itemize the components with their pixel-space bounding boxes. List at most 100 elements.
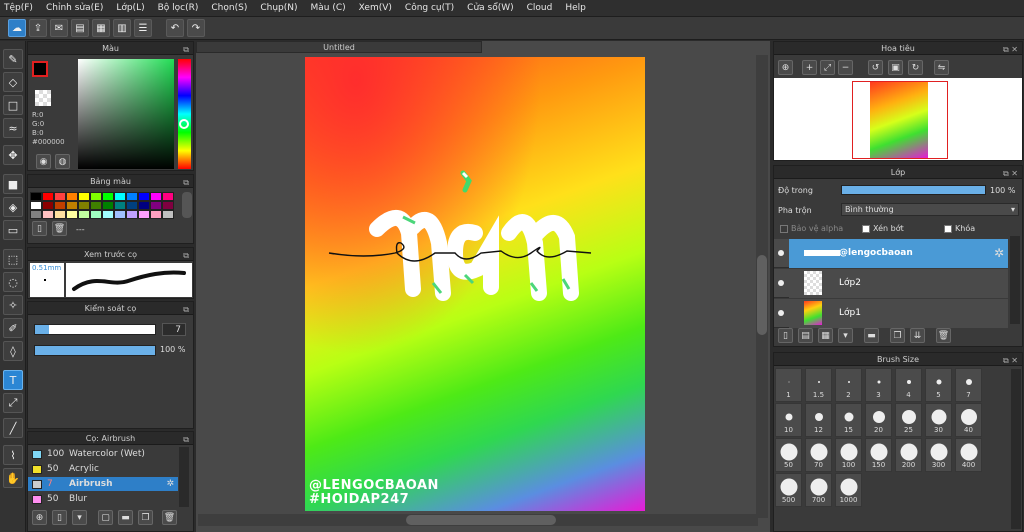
new-mask-icon[interactable]: ▦ [818, 328, 833, 343]
palette-swatch[interactable] [90, 201, 102, 210]
layer-body[interactable]: Lớp1 [789, 299, 1008, 328]
brush-size-cell[interactable]: 700 [805, 473, 832, 507]
palette-swatch[interactable] [150, 201, 162, 210]
new-raster-icon[interactable]: ▤ [798, 328, 813, 343]
palette-swatch[interactable] [66, 210, 78, 219]
palette-swatch[interactable] [102, 201, 114, 210]
brush-size-cell[interactable]: 100 [835, 438, 862, 472]
brush-size-cell[interactable]: 10 [775, 403, 802, 437]
clipping-checkbox[interactable]: Xén bớt [862, 224, 904, 233]
expand-icon[interactable]: ⧉ [183, 303, 189, 316]
brush-size-scrollbar[interactable] [1011, 369, 1021, 529]
zoom-out-icon[interactable]: − [838, 60, 853, 75]
layer-body[interactable]: @lengocbaoan ✲ [789, 239, 1008, 268]
palette-swatch[interactable] [114, 201, 126, 210]
layer-row[interactable]: @lengocbaoan ✲ [774, 239, 1008, 268]
palette-scrollbar[interactable] [182, 192, 192, 218]
blur-tool-icon[interactable]: ≈ [3, 118, 23, 138]
menu-item[interactable]: Chọn(S) [211, 3, 247, 13]
brush-tool-icon[interactable]: ✎ [3, 49, 23, 69]
merge-layer-icon[interactable]: ⇊ [910, 328, 925, 343]
palette-swatch[interactable] [114, 210, 126, 219]
brush-item[interactable]: 7 Airbrush ✲ [28, 477, 178, 491]
grid-icon[interactable]: ▥ [113, 19, 131, 37]
new-palette-icon[interactable]: ▯ [32, 221, 47, 236]
transparent-swatch[interactable] [35, 90, 51, 106]
palette-swatch[interactable] [78, 210, 90, 219]
brush-size-cell[interactable]: 20 [865, 403, 892, 437]
expand-icon[interactable]: ⧉ [183, 249, 189, 262]
palette-swatch[interactable] [66, 201, 78, 210]
brush-size-cell[interactable]: 30 [925, 403, 952, 437]
lasso-icon[interactable]: ◌ [3, 272, 23, 292]
select-eraser-icon[interactable]: ◊ [3, 341, 23, 361]
palette-swatch[interactable] [138, 192, 150, 201]
eye-icon[interactable] [778, 310, 784, 316]
fit-screen-icon[interactable]: ▣ [888, 60, 903, 75]
layer-row[interactable]: Lớp2 [774, 269, 1008, 298]
hue-slider[interactable] [178, 59, 191, 169]
new-brush-icon[interactable]: ▯ [52, 510, 67, 525]
palette-swatch[interactable] [162, 192, 174, 201]
brush-size-cell[interactable]: 25 [895, 403, 922, 437]
palette-swatch[interactable] [54, 210, 66, 219]
hand-tool-icon[interactable]: ✋ [3, 468, 23, 488]
menu-item[interactable]: Xem(V) [359, 3, 392, 13]
redo-icon[interactable]: ↷ [187, 19, 205, 37]
palette-swatch[interactable] [102, 192, 114, 201]
zoom-in-icon[interactable]: + [802, 60, 817, 75]
navigator-viewport[interactable] [852, 81, 948, 159]
list-icon[interactable]: ☰ [134, 19, 152, 37]
eraser-tool-icon[interactable]: ◇ [3, 72, 23, 92]
comment-icon[interactable]: ✉ [50, 19, 68, 37]
layer-menu-icon[interactable]: ▾ [838, 328, 853, 343]
expand-icon[interactable]: ⧉ [183, 433, 189, 446]
brush-size-cell[interactable]: 1 [775, 368, 802, 402]
text-tool-icon[interactable]: T [3, 370, 23, 390]
gear-icon[interactable]: ✲ [166, 479, 174, 489]
palette-swatch[interactable] [162, 210, 174, 219]
opacity-slider[interactable] [34, 345, 156, 356]
brush-size-cell[interactable]: 400 [955, 438, 982, 472]
vertical-scrollbar[interactable] [756, 55, 768, 518]
bucket-tool-icon[interactable]: ◈ [3, 197, 23, 217]
cloud-icon[interactable]: ☁ [8, 19, 26, 37]
palette-swatch[interactable] [30, 192, 42, 201]
palette-swatch[interactable] [102, 210, 114, 219]
eye-icon[interactable] [778, 280, 784, 286]
hue-handle[interactable] [179, 119, 189, 129]
flip-icon[interactable]: ⇋ [934, 60, 949, 75]
document-tab[interactable]: Untitled [196, 41, 482, 53]
horizontal-scrollbar[interactable] [198, 514, 758, 526]
expand-icon[interactable]: ⧉ ✕ [1003, 354, 1018, 367]
menu-item[interactable]: Công cụ(T) [405, 3, 454, 13]
expand-icon[interactable]: ⧉ ✕ [1003, 43, 1018, 56]
magic-wand-icon[interactable]: ✧ [3, 295, 23, 315]
menu-item[interactable]: Help [565, 3, 586, 13]
layer-opacity-slider[interactable] [841, 185, 986, 195]
brush-menu-icon[interactable]: ▾ [72, 510, 87, 525]
palette-swatch[interactable] [90, 210, 102, 219]
menu-item[interactable]: Chụp(N) [260, 3, 297, 13]
palette-icon[interactable]: ◉ [36, 154, 51, 169]
palette-swatch[interactable] [114, 192, 126, 201]
palette-swatch[interactable] [150, 192, 162, 201]
gradient-tool-icon[interactable]: ▭ [3, 220, 23, 240]
brush-size-cell[interactable]: 4 [895, 368, 922, 402]
duplicate-brush-icon[interactable]: ▢ [98, 510, 113, 525]
palette-swatch[interactable] [78, 192, 90, 201]
select-rect-icon[interactable]: ⬚ [3, 249, 23, 269]
fit-icon[interactable]: ⤢ [820, 60, 835, 75]
copy-brush-icon[interactable]: ❐ [138, 510, 153, 525]
brush-size-cell[interactable]: 50 [775, 438, 802, 472]
menu-item[interactable]: Bộ lọc(R) [158, 3, 199, 13]
delete-palette-icon[interactable]: 🗑 [52, 221, 67, 236]
brush-size-cell[interactable]: 3 [865, 368, 892, 402]
gear-icon[interactable]: ✲ [994, 246, 1004, 260]
folder-icon[interactable]: ▬ [864, 328, 879, 343]
brush-size-cell[interactable]: 500 [775, 473, 802, 507]
menu-item[interactable]: Lớp(L) [116, 3, 144, 13]
undo-icon[interactable]: ↶ [166, 19, 184, 37]
palette-swatch[interactable] [162, 201, 174, 210]
palette-swatch[interactable] [30, 210, 42, 219]
